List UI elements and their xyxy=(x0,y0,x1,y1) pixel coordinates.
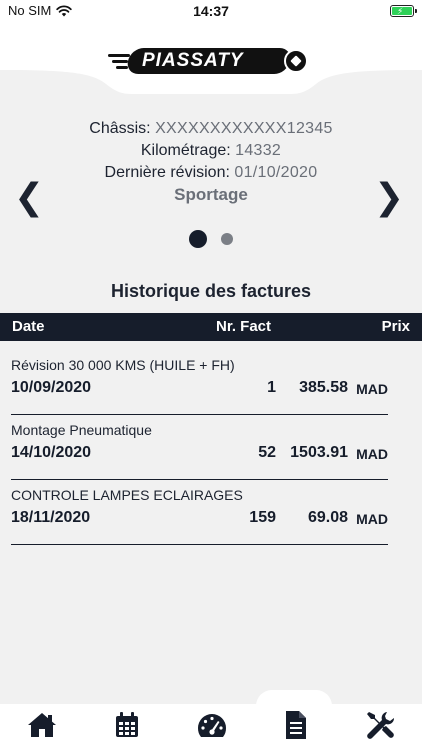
carousel-pagination xyxy=(0,230,422,248)
chassis-value: XXXXXXXXXXXX12345 xyxy=(155,120,333,137)
invoice-amount: 385.58 xyxy=(299,379,348,396)
invoice-row[interactable]: Montage Pneumatique 14/10/2020 52 1503.9… xyxy=(11,422,388,480)
last-service-row: Dernière révision: 01/10/2020 xyxy=(0,162,422,184)
mileage-value: 14332 xyxy=(235,142,282,159)
app-header: PIASSATY xyxy=(0,22,422,94)
mileage-row: Kilométrage: 14332 xyxy=(0,140,422,162)
invoice-date: 10/09/2020 xyxy=(11,379,92,396)
vehicle-info: Châssis: XXXXXXXXXXXX12345 Kilométrage: … xyxy=(0,118,422,206)
invoice-amount: 69.08 xyxy=(307,509,348,526)
invoice-row[interactable]: Révision 30 000 KMS (HUILE + FH) 10/09/2… xyxy=(11,357,388,415)
invoice-currency: MAD xyxy=(356,511,388,527)
invoice-icon xyxy=(286,711,306,739)
status-bar: No SIM 14:37 ⚡ xyxy=(0,0,422,22)
football-icon xyxy=(284,49,308,73)
invoice-history-title: Historique des factures xyxy=(110,281,312,301)
tools-icon xyxy=(367,712,395,739)
invoice-description: CONTROLE LAMPES ECLAIRAGES xyxy=(11,487,243,503)
invoice-number: 159 xyxy=(249,509,276,526)
invoice-currency: MAD xyxy=(356,446,388,462)
battery-icon: ⚡ xyxy=(390,5,417,17)
nav-home[interactable] xyxy=(22,708,62,742)
column-date: Date xyxy=(12,318,45,335)
nav-calendar[interactable] xyxy=(107,708,147,742)
home-icon xyxy=(28,713,56,737)
invoice-description: Montage Pneumatique xyxy=(11,422,152,438)
invoice-row[interactable]: CONTROLE LAMPES ECLAIRAGES 18/11/2020 15… xyxy=(11,487,388,545)
status-time: 14:37 xyxy=(193,3,229,19)
nav-services[interactable] xyxy=(360,708,400,742)
invoice-table-header: Date Nr. Fact Prix xyxy=(0,313,422,341)
last-service-value: 01/10/2020 xyxy=(234,164,318,181)
last-service-label: Dernière révision: xyxy=(104,164,230,181)
chassis-row: Châssis: XXXXXXXXXXXX12345 xyxy=(0,118,422,140)
charging-bolt-icon: ⚡ xyxy=(397,6,404,16)
column-invoice-number: Nr. Fact xyxy=(216,318,272,335)
invoice-currency: MAD xyxy=(356,381,388,397)
invoice-date: 14/10/2020 xyxy=(11,444,92,461)
brand-logo: PIASSATY xyxy=(108,48,308,74)
invoice-description: Révision 30 000 KMS (HUILE + FH) xyxy=(11,357,235,373)
speedometer-icon xyxy=(197,714,227,737)
vehicle-model: Sportage xyxy=(174,185,248,204)
invoice-amount: 1503.91 xyxy=(290,444,348,461)
invoice-number: 52 xyxy=(258,444,276,461)
invoice-number: 1 xyxy=(267,379,276,396)
page-dot-2[interactable] xyxy=(221,233,233,245)
battery-fill: ⚡ xyxy=(392,6,412,16)
nav-invoices[interactable] xyxy=(276,708,316,742)
column-price: Prix xyxy=(381,318,410,335)
page-dot-1[interactable] xyxy=(189,230,207,248)
calendar-icon xyxy=(116,712,138,737)
logo-text: PIASSATY xyxy=(142,50,244,71)
invoice-date: 18/11/2020 xyxy=(11,509,91,526)
chassis-label: Châssis: xyxy=(89,120,151,137)
mileage-label: Kilométrage: xyxy=(140,142,231,159)
nav-dashboard[interactable] xyxy=(192,708,232,742)
